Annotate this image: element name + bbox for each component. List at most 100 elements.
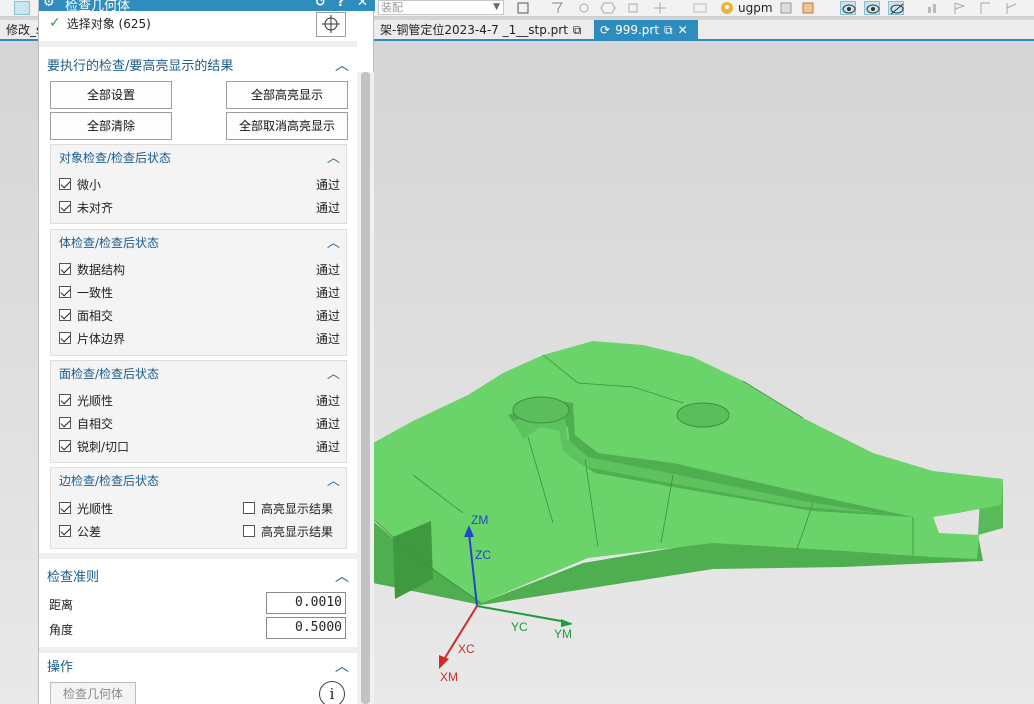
group-edge-checks: 边检查/检查后状态 ︿ 光顺性 高亮显示结果 公差 高亮显示结果 [50,467,347,549]
external-link-icon: ⧉ [572,23,582,37]
check-label: 未对齐 [77,201,114,215]
hexagon-icon[interactable] [600,1,616,15]
ym-label: YM [554,627,572,641]
set-all-button[interactable]: 全部设置 [50,81,172,109]
intersect-icon[interactable] [652,1,668,15]
select-objects-row: ✓ 选择对象 (625) [49,14,151,32]
dialog-scrollbar[interactable] [357,72,374,704]
chevron-up-icon[interactable]: ︿ [327,232,340,251]
highlight-checkbox[interactable] [243,525,255,537]
arrow-tool-icon[interactable] [978,1,994,15]
flag-icon[interactable] [952,1,968,15]
info-icon[interactable]: i [319,681,345,704]
distance-field[interactable]: 0.0010 [266,592,346,614]
check-label: 自相交 [77,417,114,431]
chevron-up-icon[interactable]: ︿ [327,470,340,489]
unhighlight-all-button[interactable]: 全部取消高亮显示 [226,112,348,140]
check-row-data-structure[interactable]: 数据结构 通过 [59,260,340,278]
gear-icon: ⚙ [43,0,55,10]
branch-icon[interactable] [1004,1,1020,15]
user-indicator[interactable]: ugpm [720,0,773,16]
part-pocket [512,396,570,424]
checkmark-icon: ✓ [49,15,61,31]
checkbox[interactable] [59,309,71,321]
xm-label: XM [440,670,458,684]
check-result: 通过 [315,332,340,346]
assembly-nav-icon[interactable] [14,1,30,15]
snap-icon[interactable] [516,1,532,15]
snap-point-icon[interactable] [626,1,642,15]
distance-label: 距离 [49,598,74,612]
highlight-checkbox[interactable] [243,502,255,514]
check-row-self-intersect[interactable]: 自相交 通过 [59,414,340,432]
help-icon[interactable]: ? [337,0,345,10]
view-icon[interactable] [692,1,708,15]
chevron-up-icon[interactable]: ︿ [335,55,349,75]
select-objects-button[interactable] [316,12,346,37]
checkbox[interactable] [59,201,71,213]
checkbox[interactable] [59,417,71,429]
section-operations-header[interactable]: 操作 ︿ [47,656,351,676]
invert-eye-icon[interactable] [888,1,904,15]
section-checks-header[interactable]: 要执行的检查/要高亮显示的结果 ︿ [47,55,351,75]
chevron-up-icon[interactable]: ︿ [327,363,340,382]
cube-orange-icon[interactable] [800,1,816,15]
group-body-checks: 体检查/检查后状态 ︿ 数据结构 通过 一致性 通过 面相交 通过 片体边界 通… [50,229,347,356]
checkbox[interactable] [59,440,71,452]
dialog-titlebar[interactable]: ⚙ 检查几何体 ↺ ? ✕ [39,0,375,11]
dialog-title: 检查几何体 [65,0,131,11]
check-row-consistency[interactable]: 一致性 通过 [59,283,340,301]
check-result: 通过 [315,201,340,215]
chevron-up-icon[interactable]: ︿ [335,656,349,676]
check-row-spikes-cuts[interactable]: 锐刺/切口 通过 [59,437,340,455]
check-result: 通过 [315,263,340,277]
reset-icon[interactable]: ↺ [315,0,326,10]
close-icon[interactable]: ✕ [678,20,688,41]
filter-combo[interactable]: 装配 ▼ [378,0,504,15]
section-separator [39,553,357,559]
section-criteria-title: 检查准则 [47,570,100,585]
chevron-down-icon: ▼ [493,2,500,12]
check-row-tiny[interactable]: 微小 通过 [59,175,340,193]
check-row-smoothness[interactable]: 光顺性 通过 [59,391,340,409]
check-row-face-intersect[interactable]: 面相交 通过 [59,306,340,324]
filter-combo-text: 装配 [381,1,403,14]
yc-label: YC [511,620,528,634]
tab-999-prt[interactable]: ⟳ 999.prt ⧉ ✕ [594,20,698,41]
show-eye-icon[interactable] [840,1,856,15]
checkbox[interactable] [59,263,71,275]
chart-icon[interactable] [926,1,942,15]
check-row-tolerance[interactable]: 公差 高亮显示结果 [59,522,340,540]
check-label: 锐刺/切口 [77,440,130,454]
checkbox[interactable] [59,178,71,190]
checkbox[interactable] [59,286,71,298]
user-label: ugpm [738,1,773,15]
highlight-label: 高亮显示结果 [261,525,334,539]
clear-all-button[interactable]: 全部清除 [50,112,172,140]
checkbox[interactable] [59,525,71,537]
highlight-all-button[interactable]: 全部高亮显示 [226,81,348,109]
checkbox[interactable] [59,332,71,344]
select-filter-icon[interactable] [550,1,566,15]
check-geometry-button[interactable]: 检查几何体 [50,682,136,704]
check-row-misaligned[interactable]: 未对齐 通过 [59,198,340,216]
close-icon[interactable]: ✕ [357,0,368,10]
tab-stp-part[interactable]: 架-铜管定位2023-4-7 _1__stp.prt ⧉ [374,20,587,41]
section-criteria-header[interactable]: 检查准则 ︿ [47,566,351,586]
checkbox[interactable] [59,394,71,406]
chevron-up-icon[interactable]: ︿ [327,147,340,166]
angle-field[interactable]: 0.5000 [266,617,346,639]
hide-eye-icon[interactable] [864,1,880,15]
check-geometry-dialog: ⚙ 检查几何体 ↺ ? ✕ ✓ 选择对象 (625) 要执行的检查/要高亮显示的… [38,0,375,704]
chevron-up-icon[interactable]: ︿ [335,566,349,586]
part-model[interactable] [373,341,1003,605]
check-row-edge-smoothness[interactable]: 光顺性 高亮显示结果 [59,499,340,517]
checkbox[interactable] [59,502,71,514]
cube-gray-icon[interactable] [778,1,794,15]
scrollbar-thumb[interactable] [361,72,370,704]
crosshair-icon [322,15,340,33]
check-row-sheet-boundary[interactable]: 片体边界 通过 [59,329,340,347]
graphics-viewport[interactable]: ZM ZC YC YM XC XM [373,43,1034,704]
point-icon[interactable] [576,1,592,15]
user-icon [721,2,733,14]
